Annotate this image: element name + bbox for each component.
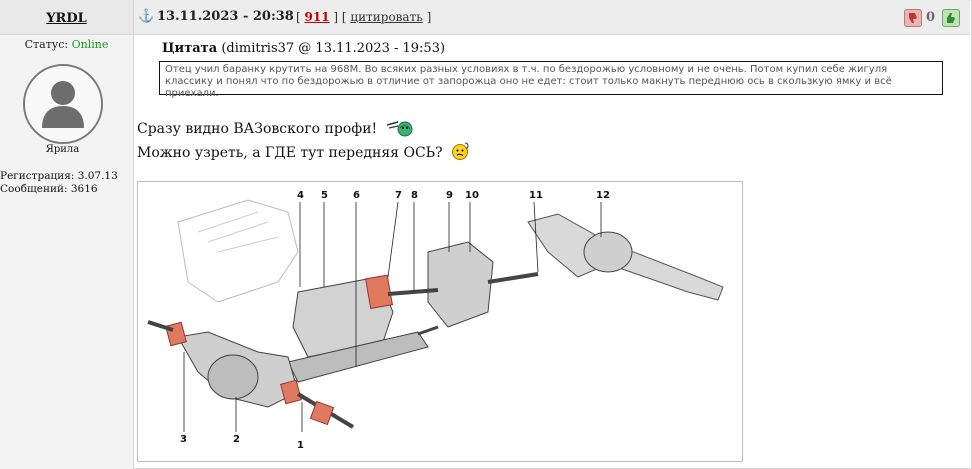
diagram-label: 6 (353, 190, 360, 201)
diagram-label: 10 (465, 190, 479, 201)
user-status: Статус: Online (0, 38, 133, 51)
user-stats: Регистрация: 3.07.13 Сообщений: 3616 (0, 170, 118, 196)
status-value: Online (71, 38, 109, 51)
message-text: Можно узреть, а ГДЕ тут передняя ОСЬ? (137, 145, 443, 161)
quote-box: Отец учил баранку крутить на 968М. Во вс… (159, 61, 943, 99)
status-label: Статус: (24, 38, 69, 51)
quote-header: Цитата (dimitris37 @ 13.11.2023 - 19:53) (162, 41, 445, 56)
post-datetime: 13.11.2023 - 20:38 (157, 9, 294, 24)
avatar-silhouette-icon (26, 67, 100, 141)
diagram-label: 8 (411, 190, 418, 201)
registration-date: Регистрация: 3.07.13 (0, 170, 118, 182)
diagram-label: 2 (233, 434, 240, 445)
confused-smiley-icon (451, 141, 471, 165)
message-count: Сообщений: 3616 (0, 183, 98, 195)
message-text: Сразу видно ВАЗовского профи! (137, 121, 378, 137)
thumb-down-icon[interactable] (904, 9, 922, 27)
diagram-label: 11 (529, 190, 543, 201)
user-rank: Ярила (45, 144, 80, 155)
diagram-label: 9 (446, 190, 453, 201)
bracket: ] [ (333, 10, 347, 24)
quote-author: (dimitris37 @ 13.11.2023 - 19:53) (221, 41, 446, 56)
avatar[interactable] (23, 64, 103, 144)
quote-link[interactable]: цитировать (350, 10, 422, 24)
diagram-label: 1 (297, 440, 304, 451)
post-number-link[interactable]: 911 (305, 10, 330, 24)
quote-title: Цитата (162, 41, 218, 56)
bracket: ] (426, 10, 432, 24)
nickname-link[interactable]: YRDL (46, 11, 87, 26)
message-line: Сразу видно ВАЗовского профи! (137, 117, 414, 141)
diagram-label: 3 (180, 434, 187, 445)
diagram-label: 12 (596, 190, 610, 201)
drivetrain-diagram-image[interactable]: 1 2 3 4 5 6 7 8 9 10 11 12 (137, 181, 743, 462)
diagram-label: 5 (321, 190, 328, 201)
drivetrain-diagram (147, 199, 724, 432)
diagram-label: 4 (297, 190, 304, 201)
post-links: [ 911 ] [ цитировать ] (296, 10, 431, 24)
post-header: ⚓ 13.11.2023 - 20:38 [ 911 ] [ цитироват… (134, 0, 970, 35)
vote-count: 0 (926, 10, 936, 25)
bracket: [ (296, 10, 301, 24)
anchor-icon[interactable]: ⚓ (138, 9, 154, 24)
message-line: Можно узреть, а ГДЕ тут передняя ОСЬ? (137, 141, 471, 165)
user-sidebar: YRDL Статус: Online Ярила Регистрация: 3… (0, 0, 134, 469)
diagram-label: 7 (395, 190, 402, 201)
smiley-globe-icon (386, 117, 414, 141)
nickname-bar: YRDL (0, 0, 133, 35)
thumb-up-icon[interactable] (942, 9, 960, 27)
vote-widget: 0 (904, 8, 960, 28)
